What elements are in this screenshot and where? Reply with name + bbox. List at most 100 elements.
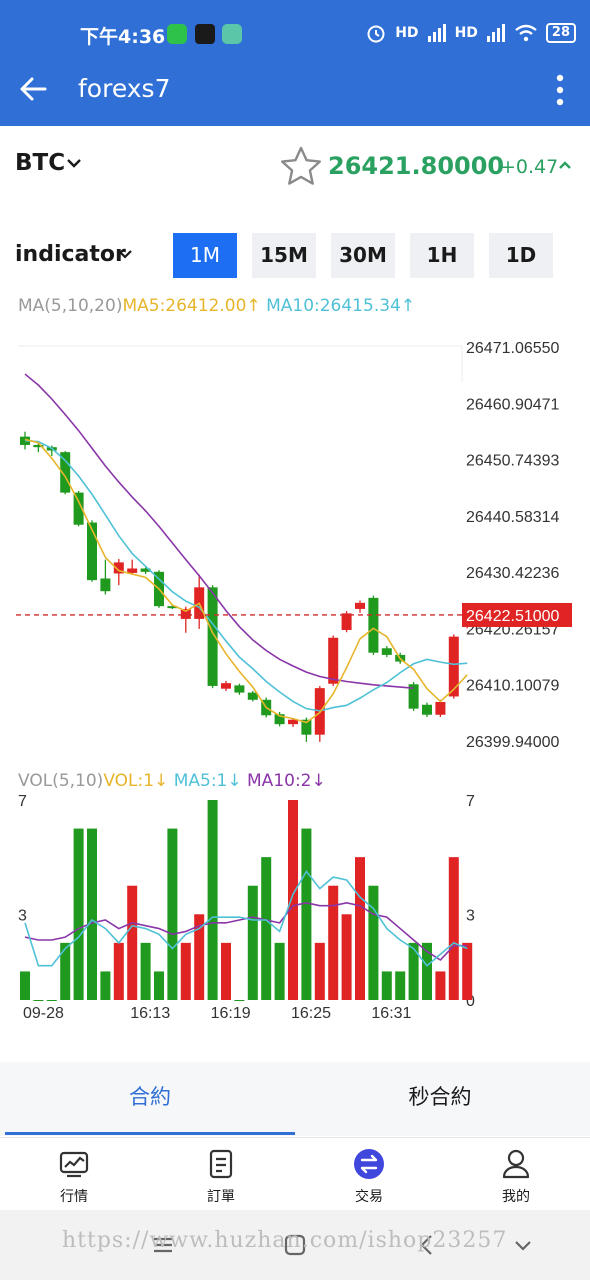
- favorite-star-icon[interactable]: [278, 144, 324, 190]
- candle-body: [435, 701, 446, 715]
- nav-profile-label: 我的: [502, 1189, 530, 1205]
- ma20-line: [24, 373, 414, 689]
- indicator-selector[interactable]: indicator: [15, 242, 126, 267]
- keyboard-hide-icon[interactable]: [510, 1232, 536, 1258]
- volume-bar: [395, 971, 406, 1000]
- volume-bar: [140, 942, 151, 1000]
- ma5-line: [24, 438, 468, 724]
- volume-bar: [247, 885, 258, 1000]
- candle-body: [207, 587, 218, 686]
- current-price-label: 26422.51000: [466, 608, 560, 625]
- interval-1m[interactable]: 1M: [173, 233, 237, 278]
- volume-bar: [234, 1000, 245, 1001]
- price-change: +0.47: [500, 156, 559, 178]
- volume-axis-label: 3: [466, 907, 475, 924]
- tab-contract[interactable]: 合約: [5, 1062, 295, 1136]
- up-arrow-icon: [559, 161, 571, 169]
- volume-bar: [100, 971, 111, 1000]
- bottom-navigation: 行情 訂單 交易 我的: [0, 1137, 590, 1209]
- chevron-down-icon[interactable]: [65, 154, 83, 172]
- interval-15m[interactable]: 15M: [252, 233, 316, 278]
- volume-bar: [221, 942, 231, 1000]
- price-axis-label: 26450.74393: [466, 453, 560, 470]
- chevron-down-icon[interactable]: [117, 246, 133, 262]
- signal-icon-2: [486, 24, 505, 42]
- contract-tab-bar: 合約 秒合約: [0, 1062, 590, 1136]
- ma5-value: MA5:26412.00: [122, 296, 247, 316]
- nav-trade[interactable]: 交易: [314, 1148, 424, 1206]
- ma-legend-label: MA(5,10,20): [18, 296, 123, 316]
- volume-bar: [368, 885, 379, 1000]
- document-icon: [209, 1149, 233, 1179]
- price-axis-label: 26440.58314: [466, 509, 560, 526]
- network-label: HD: [395, 25, 419, 41]
- candle-body: [422, 704, 432, 715]
- interval-1h[interactable]: 1H: [410, 233, 474, 278]
- volume-bar: [328, 885, 339, 1000]
- page-title: forexs7: [78, 74, 171, 103]
- exchange-icon: [354, 1149, 384, 1179]
- volume-bar: [207, 800, 218, 1000]
- alarm-icon: [367, 25, 385, 43]
- network-label-2: HD: [454, 25, 478, 41]
- ma-legend: MA(5,10,20)MA5:26412.00↑ MA10:26415.34↑: [18, 296, 415, 316]
- volume-bar: [462, 942, 473, 1000]
- volume-bar: [261, 857, 272, 1000]
- nav-trade-label: 交易: [355, 1189, 383, 1205]
- candle-body: [127, 568, 138, 573]
- watermark: https://www.huzhan.com/ishop23257: [62, 1228, 508, 1253]
- nav-orders[interactable]: 訂單: [166, 1148, 276, 1206]
- status-right: HD HD 28: [365, 22, 576, 44]
- ma5-arrow: ↑: [246, 296, 267, 316]
- ma10-arrow: ↑: [400, 296, 416, 316]
- ma10-value: MA10:26415.34: [266, 296, 401, 316]
- volume-bar: [60, 942, 71, 1000]
- volume-bar: [33, 1000, 44, 1001]
- volume-bar: [381, 971, 392, 1000]
- candle-body: [368, 597, 379, 653]
- price-axis-label: 26430.42236: [466, 565, 560, 582]
- notification-app-icon: [222, 24, 242, 44]
- wechat-icon: [167, 24, 187, 44]
- nav-market[interactable]: 行情: [19, 1148, 129, 1206]
- volume-bar: [355, 857, 365, 1000]
- candle-body: [100, 578, 111, 592]
- volume-axis-label: 7: [466, 793, 475, 810]
- volume-bar: [301, 828, 312, 1000]
- volume-bar: [20, 971, 30, 1000]
- current-price: 26421.80000: [328, 152, 505, 180]
- user-icon: [502, 1149, 530, 1179]
- volume-bar: [288, 800, 298, 1000]
- symbol-selector[interactable]: BTC: [15, 150, 65, 176]
- volume-bar: [448, 857, 459, 1000]
- candle-body: [341, 613, 352, 630]
- time-axis-label: 16:25: [291, 1005, 331, 1022]
- interval-30m[interactable]: 30M: [331, 233, 395, 278]
- volume-axis-label-left: 7: [18, 793, 27, 810]
- candle-body: [221, 683, 231, 689]
- active-tab-underline: [5, 1132, 295, 1135]
- volume-bar: [46, 1000, 57, 1001]
- candle-body: [355, 602, 365, 609]
- volume-bar: [314, 942, 325, 1000]
- nav-profile[interactable]: 我的: [461, 1148, 571, 1206]
- volume-bar: [73, 828, 84, 1000]
- price-axis-label: 26399.94000: [466, 734, 560, 751]
- candle-body: [381, 648, 392, 655]
- candlestick-chart[interactable]: 26471.06550 26460.90471 26450.74393 26440.5…: [0, 330, 590, 1030]
- candle-body: [328, 637, 339, 684]
- interval-1d[interactable]: 1D: [489, 233, 553, 278]
- status-time: 下午4:36: [80, 26, 166, 48]
- nav-orders-label: 訂單: [207, 1189, 235, 1205]
- volume-bar: [180, 942, 191, 1000]
- volume-bar: [274, 942, 285, 1000]
- back-arrow-icon[interactable]: [18, 74, 48, 104]
- tab-second-contract[interactable]: 秒合約: [295, 1062, 585, 1136]
- app-header: 下午4:36 HD HD 28 forexs7: [0, 0, 590, 126]
- time-axis-label: 16:13: [130, 1005, 170, 1022]
- volume-bar: [167, 828, 178, 1000]
- price-axis-label: 26471.06550: [466, 340, 560, 357]
- candle-body: [234, 685, 245, 693]
- more-menu-icon[interactable]: [556, 74, 564, 106]
- wifi-icon: [515, 24, 537, 42]
